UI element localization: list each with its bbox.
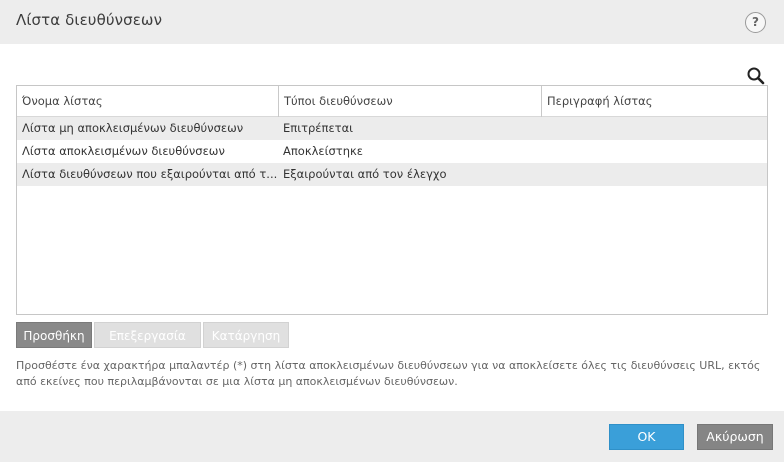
wildcard-hint-text: Προσθέστε ένα χαρακτήρα μπαλαντέρ (*) στ… <box>16 359 761 388</box>
cell-description <box>541 163 767 186</box>
dialog-title: Λίστα διευθύνσεων <box>16 11 163 29</box>
dialog-footer: OK Ακύρωση <box>0 411 784 462</box>
cell-address-type: Εξαιρούνται από τον έλεγχο <box>283 167 447 181</box>
add-button[interactable]: Προσθήκη <box>16 322 92 348</box>
edit-button[interactable]: Επεξεργασία <box>94 322 201 348</box>
table-header: Όνομα λίστας Τύποι διευθύνσεων Περιγραφή… <box>17 86 767 117</box>
search-icon <box>747 67 765 85</box>
column-header-address-type[interactable]: Τύποι διευθύνσεων <box>278 86 541 117</box>
cell-list-name: Λίστα αποκλεισμένων διευθύνσεων <box>22 144 225 158</box>
remove-button[interactable]: Κατάργηση <box>203 322 289 348</box>
cell-description <box>541 140 767 163</box>
table-row[interactable]: Λίστα διευθύνσεων που εξαιρούνται από τ.… <box>17 163 767 186</box>
ok-button[interactable]: OK <box>609 424 684 450</box>
cell-list-name: Λίστα μη αποκλεισμένων διευθύνσεων <box>22 121 244 135</box>
search-button[interactable] <box>744 65 768 87</box>
column-header-list-description[interactable]: Περιγραφή λίστας <box>541 86 767 117</box>
table-row[interactable]: Λίστα μη αποκλεισμένων διευθύνσεων Επιτρ… <box>17 117 767 140</box>
address-list-table: Όνομα λίστας Τύποι διευθύνσεων Περιγραφή… <box>16 85 768 315</box>
dialog-titlebar: Λίστα διευθύνσεων ? <box>0 0 784 44</box>
cell-address-type: Επιτρέπεται <box>283 121 354 135</box>
table-row[interactable]: Λίστα αποκλεισμένων διευθύνσεων Αποκλείσ… <box>17 140 767 163</box>
help-icon[interactable]: ? <box>745 12 766 33</box>
cell-address-type: Αποκλείστηκε <box>283 144 364 158</box>
cancel-button[interactable]: Ακύρωση <box>697 424 773 450</box>
cell-description <box>541 117 767 140</box>
column-header-list-name[interactable]: Όνομα λίστας <box>17 86 279 117</box>
cell-list-name: Λίστα διευθύνσεων που εξαιρούνται από τ.… <box>22 167 278 181</box>
